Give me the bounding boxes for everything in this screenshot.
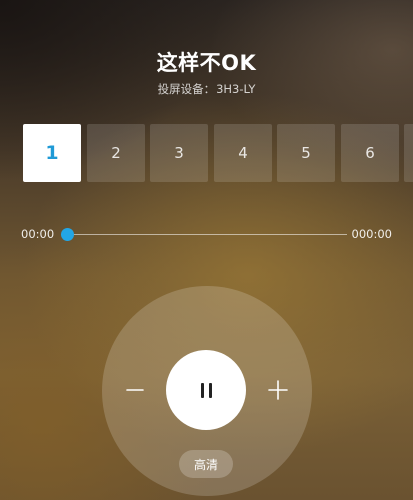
volume-up-button[interactable] (264, 376, 292, 404)
episode-button-2[interactable]: 2 (87, 124, 145, 182)
playback-progress: 00:00 000:00 (0, 225, 413, 245)
plus-icon (268, 380, 288, 400)
total-time: 000:00 (351, 227, 392, 241)
episode-button-6[interactable]: 6 (341, 124, 399, 182)
episode-button-4[interactable]: 4 (214, 124, 272, 182)
episode-selector: 1 2 3 4 5 6 (23, 124, 413, 183)
playback-control-dial: 高清 (102, 286, 312, 496)
current-time: 00:00 (21, 227, 55, 241)
episode-button-5[interactable]: 5 (277, 124, 335, 182)
pause-icon (200, 382, 212, 398)
progress-thumb[interactable] (61, 228, 74, 241)
progress-track[interactable] (61, 234, 347, 235)
episode-button-7[interactable] (404, 124, 413, 182)
volume-down-button[interactable] (121, 376, 149, 404)
quality-button[interactable]: 高清 (179, 450, 233, 478)
cast-device-info: 投屏设备：3H3-LY (0, 81, 413, 97)
pause-button[interactable] (166, 350, 246, 430)
cast-device-name: 3H3-LY (216, 82, 256, 96)
minus-icon (126, 389, 144, 391)
cast-device-label: 投屏设备： (157, 82, 216, 96)
episode-button-1[interactable]: 1 (23, 124, 81, 182)
episode-button-3[interactable]: 3 (150, 124, 208, 182)
video-title: 这样不OK (156, 51, 257, 75)
